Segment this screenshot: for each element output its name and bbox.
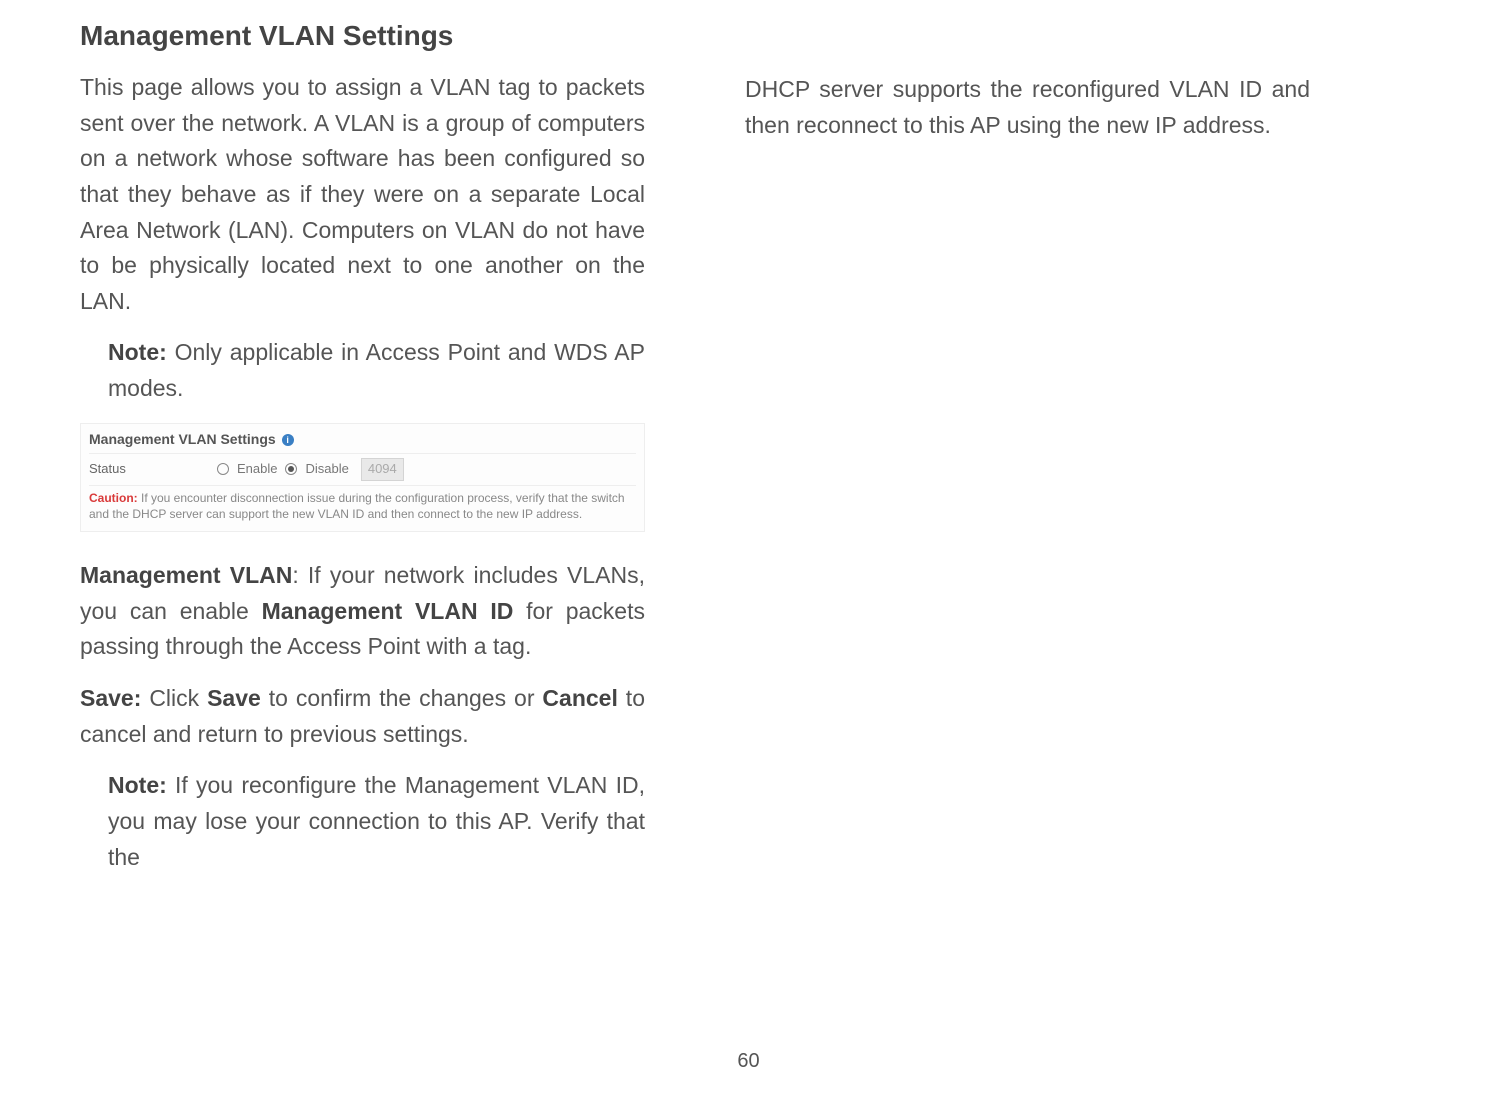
page-title: Management VLAN Settings <box>80 20 645 52</box>
save-button-term: Save <box>207 685 261 711</box>
caution-row: Caution: If you encounter disconnection … <box>89 485 636 526</box>
note2-continuation: DHCP server supports the reconfigured VL… <box>745 72 1310 143</box>
save-term: Save: <box>80 685 141 711</box>
save-text2: to confirm the changes or <box>261 685 543 711</box>
info-icon[interactable]: i <box>282 434 294 446</box>
note-text: Only applicable in Access Point and WDS … <box>108 339 645 401</box>
save-paragraph: Save: Click Save to confirm the changes … <box>80 681 645 752</box>
page-number: 60 <box>0 1050 1497 1073</box>
enable-radio[interactable] <box>217 463 229 475</box>
intro-paragraph: This page allows you to assign a VLAN ta… <box>80 70 645 319</box>
right-column: DHCP server supports the reconfigured VL… <box>745 20 1310 891</box>
screenshot-title-text: Management VLAN Settings <box>89 431 276 447</box>
cancel-term: Cancel <box>542 685 617 711</box>
vlan-id-input[interactable]: 4094 <box>361 458 404 480</box>
mgmt-vlan-paragraph: Management VLAN: If your network include… <box>80 558 645 665</box>
status-label: Status <box>89 460 209 478</box>
screenshot-title: Management VLAN Settings i <box>89 430 636 450</box>
enable-label: Enable <box>237 460 277 478</box>
mgmt-vlan-id-term: Management VLAN ID <box>262 598 514 624</box>
caution-text: If you encounter disconnection issue dur… <box>89 491 625 522</box>
note-1: Note: Only applicable in Access Point an… <box>80 335 645 406</box>
status-row: Status Enable Disable 4094 <box>89 453 636 484</box>
note2-label: Note: <box>108 772 167 798</box>
mgmt-vlan-term: Management VLAN <box>80 562 292 588</box>
note-2: Note: If you reconfigure the Management … <box>80 768 645 875</box>
left-column: Management VLAN Settings This page allow… <box>80 20 645 891</box>
caution-label: Caution: <box>89 491 138 505</box>
disable-radio[interactable] <box>285 463 297 475</box>
disable-label: Disable <box>305 460 348 478</box>
settings-screenshot: Management VLAN Settings i Status Enable… <box>80 423 645 532</box>
save-text1: Click <box>141 685 207 711</box>
note-label: Note: <box>108 339 167 365</box>
note2-text: If you reconfigure the Management VLAN I… <box>108 772 645 869</box>
